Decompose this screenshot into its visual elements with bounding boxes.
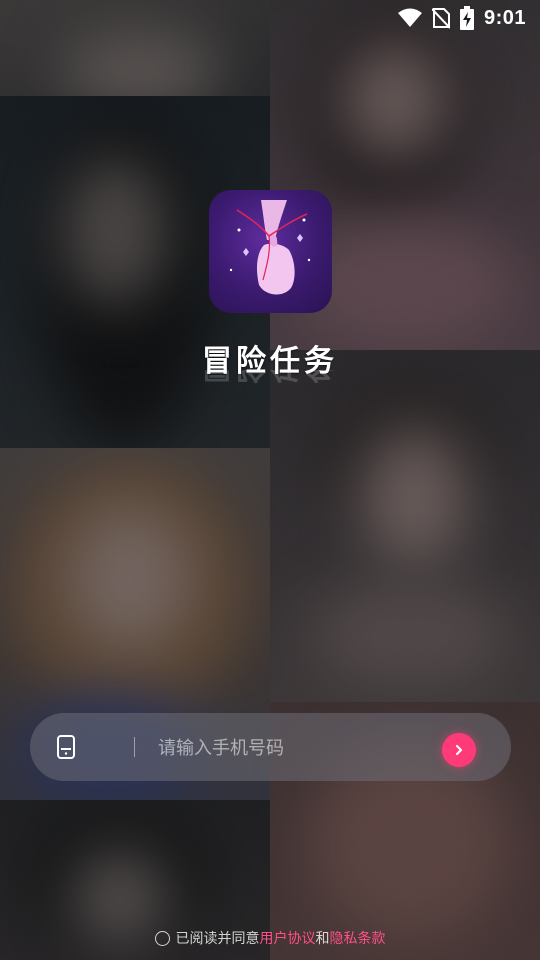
phone-login-bar bbox=[30, 713, 511, 781]
mobile-phone-icon bbox=[57, 735, 75, 763]
chevron-right-icon bbox=[455, 744, 463, 756]
input-divider bbox=[134, 737, 135, 757]
agreement-row: 已阅读并同意 用户协议 和 隐私条款 bbox=[0, 928, 540, 948]
status-time: 9:01 bbox=[483, 6, 526, 29]
battery-charging-icon bbox=[459, 6, 474, 30]
next-button[interactable] bbox=[442, 733, 476, 767]
agreement-checkbox[interactable] bbox=[154, 930, 170, 946]
no-sim-icon bbox=[431, 7, 450, 29]
pinky-promise-hands-icon bbox=[229, 200, 311, 295]
wifi-icon bbox=[397, 8, 422, 28]
status-bar: 9:01 bbox=[0, 0, 540, 36]
app-logo bbox=[209, 190, 332, 313]
phone-number-input[interactable] bbox=[156, 731, 460, 765]
privacy-policy-link[interactable]: 隐私条款 bbox=[330, 928, 386, 948]
agreement-and: 和 bbox=[315, 931, 330, 947]
agreement-prefix: 已阅读并同意 bbox=[175, 931, 260, 947]
user-agreement-link[interactable]: 用户协议 bbox=[260, 928, 316, 948]
background-photo-collage bbox=[0, 0, 540, 960]
app-name-reflection: 冒险任务 bbox=[0, 370, 540, 392]
